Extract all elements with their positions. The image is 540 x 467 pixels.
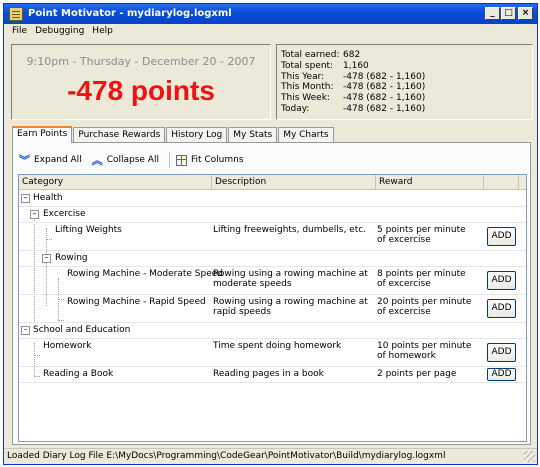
minimize-button[interactable]: _ bbox=[485, 7, 500, 20]
fit-columns-button[interactable]: Fit Columns bbox=[175, 154, 244, 166]
menu-file[interactable]: File bbox=[9, 24, 32, 41]
reward-cell: 8 points per minute of excercise bbox=[377, 269, 466, 289]
stat-row: This Year: -478 (682 - 1,160) bbox=[281, 72, 532, 83]
tab-earn-points[interactable]: Earn Points bbox=[12, 126, 73, 143]
stat-row: This Month: -478 (682 - 1,160) bbox=[281, 82, 532, 93]
column-header-action bbox=[484, 175, 519, 189]
tab-purchase-rewards[interactable]: Purchase Rewards bbox=[73, 127, 166, 143]
category-cell: Reading a Book bbox=[43, 369, 114, 379]
category-cell: School and Education bbox=[33, 325, 131, 335]
stat-label: Today: bbox=[281, 103, 310, 114]
add-button[interactable]: ADD bbox=[487, 299, 516, 318]
window-title: Point Motivator - mydiarylog.logxml bbox=[28, 8, 232, 19]
add-button[interactable]: ADD bbox=[487, 271, 516, 290]
stat-row: Total spent: 1,160 bbox=[281, 61, 532, 72]
column-header-category[interactable]: Category bbox=[19, 175, 212, 189]
add-button[interactable]: ADD bbox=[487, 343, 516, 362]
column-header-description[interactable]: Description bbox=[212, 175, 376, 189]
status-text: Loaded Diary Log File E:\MyDocs\Programm… bbox=[7, 451, 446, 461]
stat-value: -478 (682 - 1,160) bbox=[343, 71, 426, 82]
menu-bar: File Debugging Help bbox=[4, 24, 537, 41]
app-icon bbox=[9, 7, 23, 21]
category-cell: Rowing bbox=[55, 253, 88, 263]
stat-value: -478 (682 - 1,160) bbox=[343, 93, 426, 104]
collapse-node-icon[interactable]: – bbox=[42, 254, 51, 263]
points-total: -478 points bbox=[67, 75, 215, 106]
reward-cell: 2 points per page bbox=[377, 369, 457, 379]
category-cell: Health bbox=[33, 193, 63, 203]
stat-label: Total earned: bbox=[281, 50, 340, 60]
menu-debugging[interactable]: Debugging bbox=[32, 24, 89, 41]
table-row[interactable]: Rowing Machine - Rapid Speed Rowing usin… bbox=[19, 295, 526, 322]
category-cell: Excercise bbox=[43, 209, 86, 219]
stat-row: Total earned: 682 bbox=[281, 50, 532, 61]
tab-my-stats[interactable]: My Stats bbox=[228, 127, 278, 143]
collapse-node-icon[interactable]: – bbox=[30, 210, 39, 219]
close-button[interactable]: × bbox=[518, 7, 533, 20]
grid-header: Category Description Reward bbox=[19, 175, 526, 190]
description-cell: Rowing using a rowing machine at moderat… bbox=[213, 269, 368, 289]
stat-row: This Week: -478 (682 - 1,160) bbox=[281, 93, 532, 104]
current-datetime: 9:10pm - Thursday - December 20 - 2007 bbox=[26, 55, 256, 68]
stat-value: 682 bbox=[343, 50, 361, 60]
table-row[interactable]: – Health bbox=[19, 191, 526, 206]
resize-grip-icon[interactable] bbox=[524, 451, 535, 462]
description-cell: Lifting freeweights, dumbells, etc. bbox=[213, 225, 367, 235]
expand-all-label: Expand All bbox=[34, 155, 82, 165]
reward-cell: 20 points per minute of excercise bbox=[377, 297, 472, 317]
table-row[interactable]: Reading a Book Reading pages in a book 2… bbox=[19, 367, 526, 382]
table-row[interactable]: Rowing Machine - Moderate Speed Rowing u… bbox=[19, 267, 526, 294]
table-row[interactable]: – Excercise bbox=[19, 207, 526, 222]
table-row[interactable]: – School and Education bbox=[19, 323, 526, 338]
stat-value: -478 (682 - 1,160) bbox=[343, 103, 426, 114]
description-cell: Reading pages in a book bbox=[213, 369, 324, 379]
title-bar[interactable]: Point Motivator - mydiarylog.logxml _ □ … bbox=[4, 4, 537, 24]
tab-history-log[interactable]: History Log bbox=[166, 127, 228, 143]
window-controls: _ □ × bbox=[484, 7, 533, 20]
table-row[interactable]: – Rowing bbox=[19, 251, 526, 266]
collapse-node-icon[interactable]: – bbox=[21, 194, 30, 203]
grid-icon bbox=[175, 154, 187, 166]
collapse-all-button[interactable]: ︽ Collapse All bbox=[92, 155, 159, 166]
app-window: Point Motivator - mydiarylog.logxml _ □ … bbox=[3, 3, 538, 465]
status-bar: Loaded Diary Log File E:\MyDocs\Programm… bbox=[4, 448, 537, 464]
stat-label: This Week: bbox=[281, 93, 330, 104]
category-cell: Lifting Weights bbox=[55, 225, 122, 235]
add-button[interactable]: ADD bbox=[487, 368, 516, 381]
stat-value: 1,160 bbox=[343, 60, 369, 71]
category-cell: Homework bbox=[43, 341, 92, 351]
earn-points-panel: ︾ Expand All ︽ Collapse All Fit Columns … bbox=[12, 142, 531, 445]
collapse-node-icon[interactable]: – bbox=[21, 326, 30, 335]
stats-panel: Total earned: 682 Total spent: 1,160 This … bbox=[276, 44, 533, 120]
stat-label: This Year: bbox=[281, 71, 325, 82]
tab-my-charts[interactable]: My Charts bbox=[278, 127, 334, 143]
points-summary-panel: 9:10pm - Thursday - December 20 - 2007 -… bbox=[11, 44, 271, 120]
toolbar-separator bbox=[168, 152, 170, 168]
double-chevron-up-icon: ︽ bbox=[91, 153, 103, 167]
grid-toolbar: ︾ Expand All ︽ Collapse All Fit Columns bbox=[19, 150, 254, 170]
rewards-grid[interactable]: Category Description Reward – Health – E… bbox=[18, 174, 527, 442]
stat-label: Total spent: bbox=[281, 60, 334, 71]
collapse-all-label: Collapse All bbox=[106, 155, 159, 165]
reward-cell: 5 points per minute of excercise bbox=[377, 225, 466, 245]
expand-all-button[interactable]: ︾ Expand All bbox=[19, 155, 82, 166]
stat-row: Today: -478 (682 - 1,160) bbox=[281, 104, 532, 115]
reward-cell: 10 points per minute of homework bbox=[377, 341, 472, 361]
maximize-button[interactable]: □ bbox=[501, 7, 516, 20]
column-header-reward[interactable]: Reward bbox=[376, 175, 484, 189]
menu-help[interactable]: Help bbox=[89, 24, 118, 41]
description-cell: Time spent doing homework bbox=[213, 341, 342, 351]
row-divider bbox=[19, 382, 526, 383]
table-row[interactable]: Lifting Weights Lifting freeweights, dum… bbox=[19, 223, 526, 250]
category-cell: Rowing Machine - Moderate Speed bbox=[67, 269, 224, 279]
stat-label: This Month: bbox=[281, 82, 334, 93]
double-chevron-down-icon: ︾ bbox=[19, 153, 30, 167]
fit-columns-label: Fit Columns bbox=[190, 155, 244, 165]
tab-strip: Earn Points Purchase Rewards History Log… bbox=[12, 126, 335, 143]
stat-value: -478 (682 - 1,160) bbox=[343, 82, 426, 93]
add-button[interactable]: ADD bbox=[487, 227, 516, 246]
category-cell: Rowing Machine - Rapid Speed bbox=[67, 297, 206, 307]
description-cell: Rowing using a rowing machine at rapid s… bbox=[213, 297, 368, 317]
table-row[interactable]: Homework Time spent doing homework 10 po… bbox=[19, 339, 526, 366]
